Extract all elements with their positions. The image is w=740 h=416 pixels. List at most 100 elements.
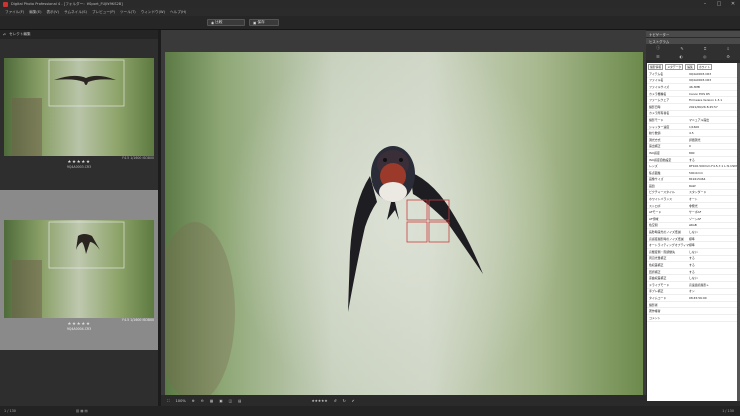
info-value: 500.0mm	[689, 170, 703, 175]
info-row: 焦点距離 500.0mm	[647, 170, 737, 177]
maximize-icon[interactable]: □	[712, 0, 726, 8]
info-row: レンズ RF100-500mm F4.5-7.1 L IS USM	[647, 163, 737, 170]
info-key: 測光方式	[649, 137, 661, 142]
thumbnail-1[interactable]: F4.5 1/1600 ISO800 ★★★★★ 9Q4A0003.CR3	[4, 58, 154, 169]
info-row: 撮影モード マニュアル露出	[647, 117, 737, 124]
back-icon[interactable]: ↶	[3, 33, 6, 37]
info-value: 1/1600	[689, 124, 700, 129]
view-mode-icon[interactable]: ▥ ▦ ▤	[76, 409, 88, 413]
menu-file[interactable]: ファイル(F)	[5, 10, 24, 15]
info-row: 画質 RAW	[647, 183, 737, 190]
split-view-icon[interactable]: ◫	[229, 399, 232, 403]
zoom-select[interactable]: 100%	[176, 399, 186, 403]
lens-icon[interactable]: ◎	[703, 54, 707, 59]
adjust-icon[interactable]: ✎	[680, 46, 683, 51]
thumbnail-2[interactable]: F4.5 1/1600 ISO800 ★★★★★ 9Q4A0004.CR3	[4, 220, 154, 331]
info-key: 撮影者	[649, 302, 658, 307]
rotate-right-icon[interactable]: ↻	[343, 399, 346, 403]
info-row: ホワイトバランス オート	[647, 196, 737, 203]
info-row: オートライティングオプティマイザ標準	[647, 242, 737, 250]
info-row: 測光方式 評価測光	[647, 137, 737, 144]
info-row: カメラ機種名 Canon EOS R5	[647, 91, 737, 98]
menu-help[interactable]: ヘルプ(H)	[170, 10, 186, 15]
info-key: カメラ機種名	[649, 91, 667, 96]
thumbnail-caption: 9Q4A0004.CR3	[66, 327, 92, 331]
info-row: AF領域 ゾーンAF	[647, 216, 737, 223]
zoom-out-icon[interactable]: ⊖	[201, 399, 204, 403]
crop-icon[interactable]: ⌗	[704, 46, 706, 51]
info-value: 高速連続撮影+	[689, 282, 709, 287]
info-key: 撮影モード	[649, 117, 664, 122]
info-row: コメント	[647, 315, 737, 322]
menu-window[interactable]: ウィンドウ(W)	[141, 10, 165, 15]
image-viewer[interactable]	[161, 30, 646, 402]
info-value: ゾーンAF	[689, 216, 702, 221]
info-row: ドライブモード 高速連続撮影+	[647, 282, 737, 289]
af-point-icon[interactable]: ▣	[219, 399, 222, 403]
grid-icon[interactable]: ▦	[210, 399, 213, 403]
zoom-in-icon[interactable]: ⊕	[192, 399, 195, 403]
info-key: 手ブレ補正	[649, 289, 664, 294]
info-key: ピクチャースタイル	[649, 190, 675, 195]
menu-thumbnail[interactable]: サムネイル(S)	[64, 10, 87, 15]
close-icon[interactable]: ✕	[726, 0, 740, 8]
status-right: 1 / 130	[722, 409, 734, 413]
info-value: sRGB	[689, 223, 697, 228]
check-icon[interactable]: ✔	[352, 399, 355, 403]
info-row: ファイルサイズ 46.3MB	[647, 84, 737, 91]
gear-icon[interactable]: ⚙	[726, 54, 730, 59]
info-row: 絞り数値 4.5	[647, 130, 737, 137]
info-row: シャッター速度 1/1600	[647, 124, 737, 131]
compare-button[interactable]: ◉ 比較	[207, 19, 245, 26]
info-value: 非発光	[689, 203, 698, 208]
histogram-icon[interactable]: ▤	[238, 399, 241, 403]
info-key: ISO感度自動設定	[649, 157, 672, 162]
tab-shooting-info[interactable]: 撮影情報	[648, 64, 664, 70]
info-row: 高輝度側・階調優先 しない	[647, 249, 737, 256]
info-key: 画質	[649, 183, 655, 188]
info-key: ドライブモード	[649, 282, 670, 287]
info-key: 著作権者	[649, 309, 661, 314]
info-key: ファイル名	[649, 78, 664, 83]
menu-tools[interactable]: ツール(T)	[120, 10, 136, 15]
main-photo[interactable]	[165, 52, 643, 402]
tab-white[interactable]: ホワイト	[696, 64, 713, 70]
tab-metadata[interactable]: メタデータ	[665, 64, 684, 70]
status-left: 1 / 130	[4, 409, 16, 413]
thumbnail-image[interactable]	[4, 58, 154, 156]
info-value: しない	[689, 276, 698, 281]
info-value: 800	[689, 150, 695, 155]
left-panel-header: ↶ セレクト編集	[0, 30, 158, 39]
save-button[interactable]: ▣ 保存	[249, 19, 279, 26]
info-row: 著作権者	[647, 308, 737, 315]
tab-edit[interactable]: 編集	[685, 64, 695, 70]
menu-edit[interactable]: 編集(E)	[29, 10, 41, 15]
sliders-icon[interactable]: ☰	[656, 54, 660, 59]
info-key: ホワイトバランス	[649, 197, 673, 202]
navigator-header[interactable]: ナビゲーター	[646, 31, 740, 37]
minimize-icon[interactable]: –	[698, 0, 712, 8]
panel-tool-row-2: ☰ ◐ ◎ ⚙	[646, 52, 740, 60]
left-panel: ↶ セレクト編集 F4.5 1/1600 ISO800 ★★★★★ 9Q4A00…	[0, 30, 158, 406]
info-key: 露出補正	[649, 144, 661, 149]
rotate-left-icon[interactable]: ↺	[334, 399, 337, 403]
info-key: 高輝度側・階調優先	[649, 249, 676, 254]
color-icon[interactable]: ◐	[680, 54, 684, 59]
info-row: ISO感度自動設定 する	[647, 157, 737, 164]
info-key: シャッター速度	[649, 124, 670, 129]
info-key: カメラ所有者名	[649, 111, 670, 116]
info-value: オン	[689, 289, 695, 294]
info-icon[interactable]: ⓘ	[656, 45, 660, 51]
menu-view[interactable]: 表示(V)	[47, 10, 59, 15]
fit-icon[interactable]: ⛶	[167, 399, 170, 403]
thumbnail-image[interactable]	[4, 220, 154, 318]
info-key: 焦点距離	[649, 170, 661, 175]
rating-stars-bottom[interactable]: ★★★★★	[311, 399, 327, 403]
info-value: 9Q4A0003.CR3	[689, 71, 712, 76]
info-tabs: 撮影情報 メタデータ 編集 ホワイト	[647, 63, 737, 71]
info-row: ファイル名 9Q4A0003.CR3	[647, 78, 737, 85]
info-row: 色空間 sRGB	[647, 223, 737, 230]
info-value: しない	[689, 249, 698, 254]
menu-preview[interactable]: プレビュー(P)	[92, 10, 115, 15]
export-icon[interactable]: ⇩	[727, 46, 730, 51]
